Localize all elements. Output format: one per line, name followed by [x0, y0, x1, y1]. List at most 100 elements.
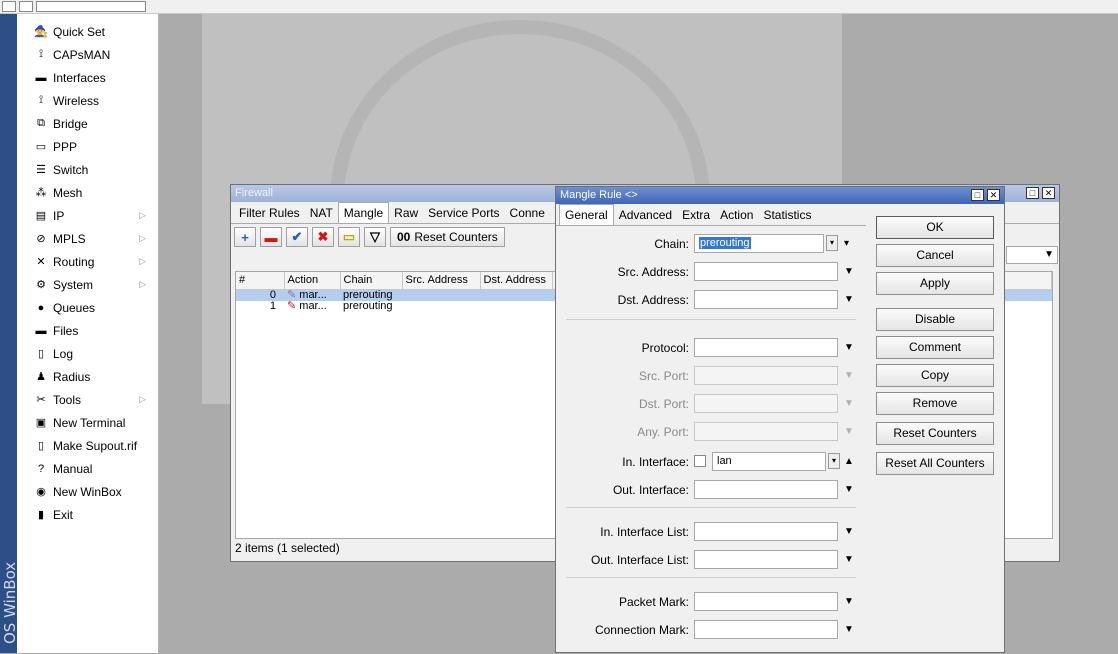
- src-port-field[interactable]: [694, 366, 838, 385]
- any-port-field[interactable]: [694, 422, 838, 441]
- collapse-up-icon[interactable]: ▲: [844, 456, 854, 467]
- tab-raw[interactable]: Raw: [389, 203, 423, 223]
- tab-statistics[interactable]: Statistics: [758, 205, 816, 225]
- antenna-icon: ⟟: [38, 48, 44, 60]
- sidebar-item-quick-set[interactable]: 🧙 Quick Set: [17, 20, 158, 43]
- dropdown-arrow-icon[interactable]: ▼: [844, 342, 854, 353]
- sidebar-item-routing[interactable]: ✕ Routing ▷: [17, 250, 158, 273]
- find-field[interactable]: ▼: [1006, 246, 1058, 264]
- dropdown-icon[interactable]: ▼: [1044, 249, 1054, 260]
- session-field[interactable]: [36, 1, 146, 12]
- sidebar-item-manual[interactable]: ? Manual: [17, 457, 158, 480]
- dropdown-arrow-icon[interactable]: ▼: [844, 554, 854, 565]
- close-icon[interactable]: ✕: [1042, 187, 1055, 199]
- sidebar-item-queues[interactable]: ● Queues: [17, 296, 158, 319]
- disable-x-icon[interactable]: ✖: [312, 227, 334, 247]
- dropdown-arrow-icon[interactable]: ▼: [844, 596, 854, 607]
- out-interface-field[interactable]: [694, 480, 838, 499]
- sidebar-item-mesh[interactable]: ⁂ Mesh: [17, 181, 158, 204]
- enable-check-icon[interactable]: ✔: [286, 227, 308, 247]
- tab-conne[interactable]: Conne: [505, 203, 550, 223]
- tab-advanced[interactable]: Advanced: [614, 205, 677, 225]
- column-header[interactable]: Action: [284, 272, 341, 290]
- comment-button[interactable]: Comment: [876, 336, 994, 359]
- connection-mark-field[interactable]: [694, 620, 838, 639]
- sidebar-item-files[interactable]: ▬ Files: [17, 319, 158, 342]
- sidebar-item-system[interactable]: ⚙ System ▷: [17, 273, 158, 296]
- column-header[interactable]: Chain: [340, 272, 403, 290]
- dropdown-arrow-icon[interactable]: ▼: [844, 624, 854, 635]
- sidebar-item-capsman[interactable]: ⟟ CAPsMAN: [17, 43, 158, 66]
- tab-mangle[interactable]: Mangle: [337, 202, 390, 223]
- comment-icon[interactable]: ▭: [338, 227, 360, 247]
- src-address-field[interactable]: [694, 262, 838, 281]
- sidebar-item-new-winbox[interactable]: ◉ New WinBox: [17, 480, 158, 503]
- packet-mark-field[interactable]: [694, 592, 838, 611]
- dropdown-arrow-icon[interactable]: ▼: [844, 526, 854, 537]
- back-button[interactable]: [2, 1, 16, 12]
- sidebar-item-label: Files: [53, 323, 79, 338]
- column-header[interactable]: Dst. Address: [480, 272, 553, 290]
- sidebar-item-bridge[interactable]: ⧉ Bridge: [17, 112, 158, 135]
- sidebar-item-ip[interactable]: ▤ IP ▷: [17, 204, 158, 227]
- sidebar-item-label: IP: [53, 208, 65, 223]
- remove-button[interactable]: Remove: [876, 392, 994, 415]
- copy-button[interactable]: Copy: [876, 364, 994, 387]
- add-icon[interactable]: +: [234, 227, 256, 247]
- dst-address-field[interactable]: [694, 290, 838, 309]
- combo-dropdown-icon[interactable]: ▾: [826, 235, 838, 251]
- dropdown-arrow-icon[interactable]: ▼: [844, 484, 854, 495]
- tab-general[interactable]: General: [559, 204, 614, 225]
- sidebar-item-wireless[interactable]: ⟟ Wireless: [17, 89, 158, 112]
- tab-extra[interactable]: Extra: [677, 205, 715, 225]
- cancel-button[interactable]: Cancel: [876, 244, 994, 267]
- sidebar-item-interfaces[interactable]: ▬ Interfaces: [17, 66, 158, 89]
- dropdown-arrow-icon[interactable]: ▼: [844, 266, 854, 277]
- column-header[interactable]: #: [236, 272, 285, 290]
- remove-icon[interactable]: ▬: [260, 227, 282, 247]
- out-interface-list-field[interactable]: [694, 550, 838, 569]
- tab-nat[interactable]: NAT: [305, 203, 338, 223]
- sidebar-item-tools[interactable]: ✂ Tools ▷: [17, 388, 158, 411]
- ok-button[interactable]: OK: [876, 216, 994, 239]
- sidebar-item-mpls[interactable]: ⊘ MPLS ▷: [17, 227, 158, 250]
- sidebar-item-label: Radius: [53, 369, 91, 384]
- reset-counters-button[interactable]: Reset Counters: [876, 422, 994, 445]
- maximize-icon[interactable]: □: [1026, 187, 1039, 199]
- reset-all-counters-button[interactable]: Reset All Counters: [876, 452, 994, 475]
- mangle-rule-titlebar[interactable]: Mangle Rule <> □ ✕: [556, 187, 1004, 204]
- disable-button[interactable]: Disable: [876, 308, 994, 331]
- maximize-icon[interactable]: □: [971, 189, 984, 201]
- in-interface-field[interactable]: lan: [712, 452, 826, 471]
- filter-icon[interactable]: ▽: [364, 227, 386, 247]
- tab-action[interactable]: Action: [715, 205, 758, 225]
- tab-service-ports[interactable]: Service Ports: [423, 203, 504, 223]
- invert-checkbox[interactable]: [694, 455, 706, 467]
- dropdown-arrow-icon[interactable]: ▼: [844, 294, 854, 305]
- status-bar: 2 items (1 selected): [235, 541, 340, 555]
- chain-field[interactable]: prerouting: [694, 234, 824, 253]
- dst-port-field[interactable]: [694, 394, 838, 413]
- forward-button[interactable]: [19, 1, 33, 12]
- protocol-field[interactable]: [694, 338, 838, 357]
- dropdown-arrow-icon[interactable]: ▼: [844, 426, 854, 437]
- tab-filter-rules[interactable]: Filter Rules: [234, 203, 305, 223]
- column-header[interactable]: Src. Address: [402, 272, 481, 290]
- close-icon[interactable]: ✕: [987, 189, 1000, 201]
- sidebar-item-ppp[interactable]: ▭ PPP: [17, 135, 158, 158]
- combo-dropdown-icon[interactable]: ▾: [828, 453, 840, 469]
- row-cell: [480, 301, 552, 312]
- dropdown-arrow-icon[interactable]: ▾: [844, 238, 849, 249]
- in-interface-list-field[interactable]: [694, 522, 838, 541]
- dropdown-arrow-icon[interactable]: ▼: [844, 370, 854, 381]
- sidebar-item-radius[interactable]: ♟ Radius: [17, 365, 158, 388]
- sidebar-item-label: MPLS: [53, 231, 86, 246]
- sidebar-item-log[interactable]: ▯ Log: [17, 342, 158, 365]
- sidebar-item-new-terminal[interactable]: ▣ New Terminal: [17, 411, 158, 434]
- sidebar-item-switch[interactable]: ☰ Switch: [17, 158, 158, 181]
- dropdown-arrow-icon[interactable]: ▼: [844, 398, 854, 409]
- apply-button[interactable]: Apply: [876, 272, 994, 295]
- reset-counters-button[interactable]: 00 Reset Counters: [390, 227, 505, 247]
- sidebar-item-make-supout-rif[interactable]: ▯ Make Supout.rif: [17, 434, 158, 457]
- sidebar-item-exit[interactable]: ▮ Exit: [17, 503, 158, 526]
